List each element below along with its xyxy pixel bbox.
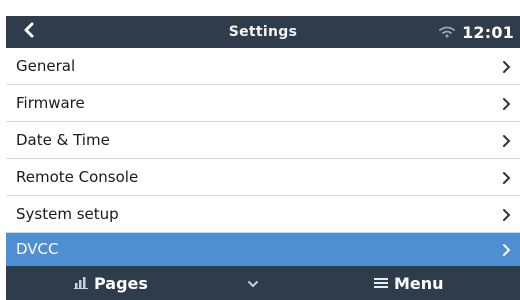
menu-item-label: Remote Console bbox=[16, 168, 139, 186]
menu-button[interactable]: Menu bbox=[374, 266, 444, 300]
down-button[interactable] bbox=[246, 266, 260, 300]
menu-item-label: General bbox=[16, 57, 76, 75]
menu-item-dvcc[interactable]: DVCC bbox=[6, 233, 520, 266]
chevron-right-icon bbox=[502, 196, 511, 233]
menu-item-label: DVCC bbox=[16, 240, 59, 258]
footer-bar: Pages Menu bbox=[6, 266, 520, 300]
menu-item-label: Firmware bbox=[16, 94, 85, 112]
chevron-right-icon bbox=[502, 159, 511, 196]
status-area: 12:01 bbox=[439, 16, 514, 48]
menu-item-date-time[interactable]: Date & Time bbox=[6, 122, 520, 159]
menu-item-general[interactable]: General bbox=[6, 48, 520, 85]
chevron-right-icon bbox=[502, 122, 511, 159]
pages-label: Pages bbox=[94, 273, 148, 293]
menu-item-system-setup[interactable]: System setup bbox=[6, 196, 520, 233]
hamburger-icon bbox=[374, 274, 388, 293]
settings-menu-list: General Firmware Date & Time Remote Cons… bbox=[6, 48, 520, 266]
wifi-icon bbox=[439, 26, 455, 38]
menu-item-label: System setup bbox=[16, 205, 119, 223]
pages-button[interactable]: Pages bbox=[74, 266, 148, 300]
screen-top-edge bbox=[0, 0, 520, 16]
chevron-right-icon bbox=[502, 233, 511, 266]
menu-item-label: Date & Time bbox=[16, 131, 110, 149]
menu-item-remote-console[interactable]: Remote Console bbox=[6, 159, 520, 196]
chevron-right-icon bbox=[502, 48, 511, 85]
bar-chart-icon bbox=[74, 274, 88, 293]
menu-item-firmware[interactable]: Firmware bbox=[6, 85, 520, 122]
menu-label: Menu bbox=[394, 273, 444, 293]
device-screen: Settings 12:01 General Firmware Date & T… bbox=[0, 0, 520, 300]
clock: 12:01 bbox=[462, 22, 514, 42]
chevron-down-icon bbox=[246, 274, 260, 293]
chevron-right-icon bbox=[502, 85, 511, 122]
header-bar: Settings 12:01 bbox=[6, 16, 520, 48]
